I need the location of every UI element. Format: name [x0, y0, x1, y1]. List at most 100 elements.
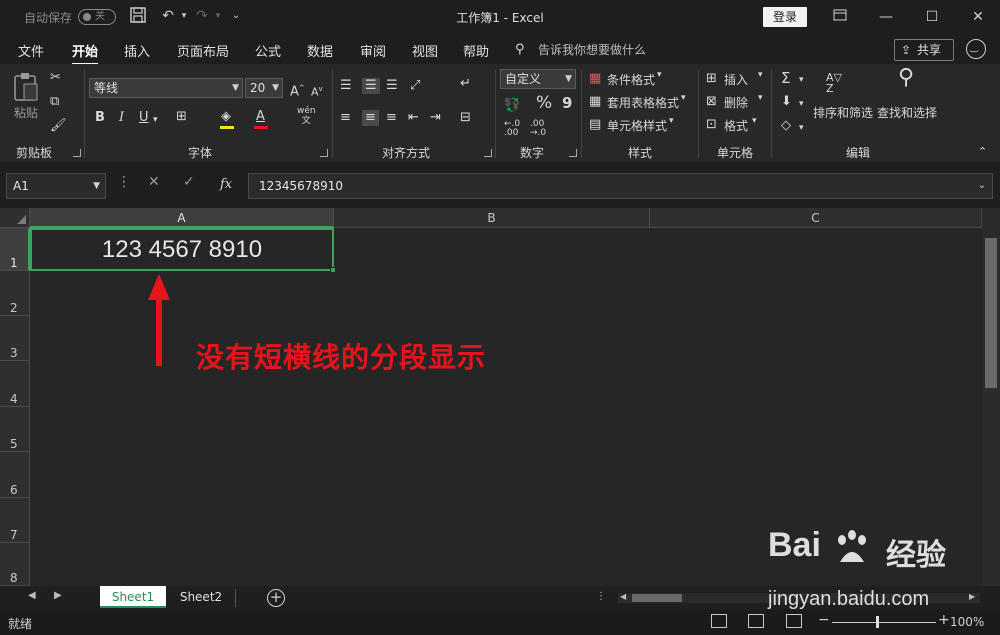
tab-file[interactable]: 文件 — [18, 41, 44, 60]
underline-icon[interactable]: U — [139, 110, 149, 126]
comma-style-icon[interactable]: 9 — [562, 95, 572, 111]
row-header-6[interactable]: 6 — [0, 452, 30, 498]
decrease-indent-icon[interactable]: ⇤ — [408, 110, 419, 126]
enter-icon[interactable]: ✓ — [183, 174, 195, 190]
merge-center-icon[interactable]: ⊟ — [460, 110, 471, 126]
format-as-table-icon[interactable]: ▦ — [589, 94, 601, 110]
tab-home[interactable]: 开始 — [72, 41, 99, 65]
font-color-icon[interactable]: A — [256, 109, 265, 125]
clear-icon[interactable]: ◇ — [781, 118, 791, 134]
delete-cells-button[interactable]: 删除 — [724, 94, 748, 111]
alignment-launcher-icon[interactable] — [484, 149, 492, 157]
tab-insert[interactable]: 插入 — [124, 41, 150, 60]
add-sheet-icon[interactable]: + — [267, 589, 285, 607]
conditional-format-icon[interactable]: ▦ — [589, 71, 601, 87]
number-launcher-icon[interactable] — [569, 149, 577, 157]
sheet-tab-sheet1[interactable]: Sheet1 — [100, 586, 166, 608]
autosum-icon[interactable]: Σ — [781, 70, 790, 86]
zoom-slider-thumb[interactable] — [876, 616, 879, 628]
normal-view-icon[interactable] — [711, 614, 727, 628]
format-painter-icon[interactable]: 🖌 — [50, 118, 67, 134]
tab-help[interactable]: 帮助 — [463, 41, 489, 60]
insert-cells-button[interactable]: 插入 — [724, 71, 748, 88]
align-right-icon[interactable]: ≡ — [386, 110, 397, 126]
cell-a1[interactable]: 123 4567 8910 — [30, 228, 336, 273]
minimize-icon[interactable]: — — [874, 5, 898, 29]
row-header-5[interactable]: 5 — [0, 407, 30, 452]
align-center-icon[interactable]: ≡ — [362, 110, 379, 126]
paste-icon[interactable] — [12, 72, 40, 107]
sort-filter-button[interactable]: 排序和筛选 — [813, 104, 873, 121]
increase-font-icon[interactable]: A^ — [290, 80, 305, 100]
accounting-format-icon[interactable]: 💱 — [504, 98, 520, 114]
scroll-left-icon[interactable]: ◀ — [620, 592, 626, 601]
clipboard-launcher-icon[interactable] — [73, 149, 81, 157]
row-header-7[interactable]: 7 — [0, 498, 30, 543]
ribbon-display-icon[interactable] — [828, 5, 852, 29]
tab-review[interactable]: 审阅 — [360, 41, 386, 60]
row-header-2[interactable]: 2 — [0, 271, 30, 316]
cell-styles-button[interactable]: 单元格样式 — [607, 117, 667, 134]
zoom-slider[interactable] — [832, 622, 936, 623]
zoom-level[interactable]: 100% — [950, 615, 984, 629]
column-header-a[interactable]: A — [30, 208, 334, 228]
expand-formula-bar-icon[interactable]: ⌄ — [978, 174, 986, 198]
maximize-icon[interactable]: ☐ — [920, 5, 944, 29]
tab-split-icon[interactable]: ⋮ — [596, 591, 606, 602]
font-launcher-icon[interactable] — [320, 149, 328, 157]
delete-cells-icon[interactable]: ⊠ — [706, 94, 717, 110]
phonetic-guide-icon[interactable]: wén 文 — [297, 106, 316, 126]
format-cells-icon[interactable]: ⊡ — [706, 117, 717, 133]
name-box[interactable]: A1 ▼ — [6, 173, 106, 199]
top-align-icon[interactable]: ☰ — [340, 78, 352, 94]
fill-color-icon[interactable]: ◈ — [221, 109, 231, 125]
increase-decimal-icon[interactable]: ←.0.00 — [504, 120, 520, 138]
select-all-button[interactable] — [0, 208, 30, 228]
decrease-decimal-icon[interactable]: .00 →.0 — [530, 120, 546, 138]
sort-filter-icon[interactable]: A▽ Z — [826, 72, 842, 94]
tab-formulas[interactable]: 公式 — [255, 41, 281, 60]
italic-icon[interactable]: I — [119, 110, 124, 126]
cell-styles-icon[interactable]: ▤ — [589, 117, 601, 133]
page-layout-view-icon[interactable] — [748, 614, 764, 628]
column-header-b[interactable]: B — [334, 208, 650, 228]
row-header-4[interactable]: 4 — [0, 361, 30, 407]
borders-icon[interactable]: ⊞ — [176, 109, 187, 125]
login-button[interactable]: 登录 — [763, 7, 807, 27]
insert-cells-icon[interactable]: ⊞ — [706, 71, 717, 87]
font-name-combo[interactable]: 等线 ▼ — [89, 78, 243, 98]
row-header-1[interactable]: 1 — [0, 228, 30, 271]
increase-indent-icon[interactable]: ⇥ — [430, 110, 441, 126]
share-button[interactable]: ⇪ 共享 — [894, 39, 954, 61]
collapse-ribbon-icon[interactable]: ⌃ — [978, 144, 987, 160]
tab-view[interactable]: 视图 — [412, 41, 438, 60]
underline-dropdown-icon[interactable]: ▾ — [153, 112, 158, 128]
copy-icon[interactable]: ⧉ — [50, 94, 59, 110]
decrease-font-icon[interactable]: Av — [311, 81, 323, 101]
orientation-icon[interactable]: ⤢ — [410, 78, 420, 94]
row-header-8[interactable]: 8 — [0, 543, 30, 586]
align-left-icon[interactable]: ≡ — [340, 110, 351, 126]
scroll-sheets-right-icon[interactable]: ▶ — [54, 590, 62, 601]
format-cells-button[interactable]: 格式 — [724, 117, 748, 134]
find-select-button[interactable]: 查找和选择 — [877, 104, 937, 121]
bold-icon[interactable]: B — [95, 110, 105, 126]
sheet-tab-sheet2[interactable]: Sheet2 — [170, 586, 232, 608]
font-size-combo[interactable]: 20 ▼ — [245, 78, 283, 98]
fill-icon[interactable]: ⬇ — [781, 94, 792, 110]
format-as-table-button[interactable]: 套用表格格式 — [607, 94, 679, 111]
page-break-view-icon[interactable] — [786, 614, 802, 628]
horizontal-scroll-thumb[interactable] — [632, 594, 682, 602]
cancel-icon[interactable]: ✕ — [148, 174, 160, 190]
vertical-scroll-thumb[interactable] — [985, 238, 997, 388]
column-header-c[interactable]: C — [650, 208, 982, 228]
cut-icon[interactable]: ✂ — [50, 70, 61, 86]
conditional-format-button[interactable]: 条件格式 — [607, 71, 655, 88]
fill-handle[interactable] — [330, 267, 336, 273]
bottom-align-icon[interactable]: ☰ — [386, 78, 398, 94]
feedback-smile-icon[interactable] — [966, 39, 986, 59]
more-options-icon[interactable]: ⋮ — [117, 174, 131, 190]
tab-page-layout[interactable]: 页面布局 — [177, 41, 229, 60]
formula-input[interactable]: 12345678910 ⌄ — [248, 173, 993, 199]
insert-function-icon[interactable]: fx — [220, 177, 232, 192]
